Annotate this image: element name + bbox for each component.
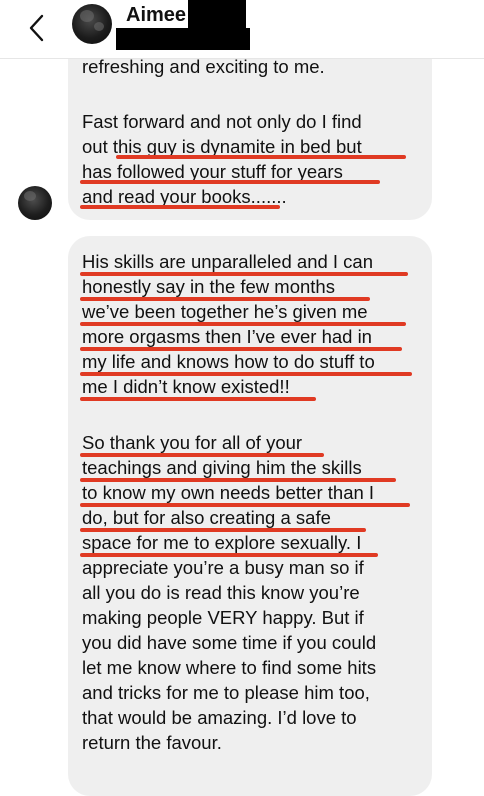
contact-name[interactable]: Aimee: [126, 4, 186, 27]
highlight-underline: [80, 205, 280, 209]
sender-avatar[interactable]: [18, 186, 52, 220]
message-line: you did have some time if you could: [82, 632, 377, 653]
message-line: all you do is read this know you’re: [82, 582, 360, 603]
message-line: appreciate you’re a busy man so if: [82, 557, 364, 578]
message-line: more orgasms then I’ve ever had in: [82, 326, 372, 347]
message-line: me I didn’t know existed!!: [82, 376, 290, 397]
highlight-underline: [80, 347, 402, 351]
message-line: Fast forward and not only do I find: [82, 111, 362, 132]
highlight-underline: [80, 397, 316, 401]
highlight-underline: [80, 272, 408, 276]
message-line: that would be amazing. I’d love to: [82, 707, 357, 728]
message-line: honestly say in the few months: [82, 276, 335, 297]
message-line: and tricks for me to please him too,: [82, 682, 370, 703]
message-line: making people VERY happy. But if: [82, 607, 364, 628]
message-line: my life and knows how to do stuff to: [82, 351, 375, 372]
message-line: to know my own needs better than I: [82, 482, 375, 503]
message-line: So thank you for all of your: [82, 432, 303, 453]
chevron-left-icon: [29, 14, 44, 42]
message-line: His skills are unparalleled and I can: [82, 251, 374, 272]
highlight-underline: [80, 297, 370, 301]
message-line: return the favour.: [82, 732, 222, 753]
highlight-underline: [80, 553, 378, 557]
redaction-bar: [116, 28, 250, 50]
message-line: space for me to explore sexually. I: [82, 532, 362, 553]
highlight-underline: [80, 478, 396, 482]
highlight-underline: [80, 528, 366, 532]
highlight-underline: [80, 453, 324, 457]
message-line: teachings and giving him the skills: [82, 457, 362, 478]
highlight-underline: [116, 155, 406, 159]
highlight-underline: [80, 180, 380, 184]
highlight-underline: [80, 372, 412, 376]
highlight-underline: [80, 322, 406, 326]
chat-header: Aimee: [0, 0, 484, 59]
back-button[interactable]: [22, 6, 56, 46]
message-line: let me know where to find some hits: [82, 657, 377, 678]
highlight-underline: [80, 503, 410, 507]
message-line: do, but for also creating a safe: [82, 507, 331, 528]
contact-avatar[interactable]: [72, 4, 112, 44]
message-line: we’ve been together he’s given me: [82, 301, 368, 322]
